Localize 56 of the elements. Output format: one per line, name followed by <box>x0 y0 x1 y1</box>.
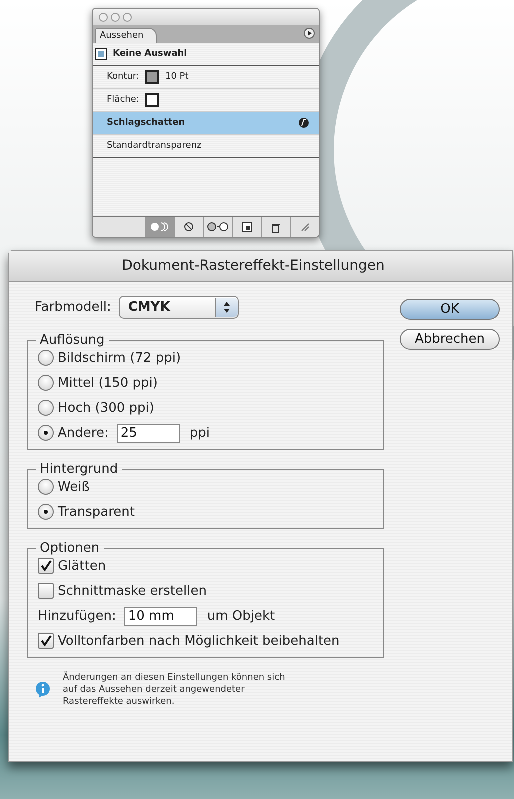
effect-icon[interactable] <box>299 118 309 128</box>
row-label: Fläche: <box>107 95 140 105</box>
menu-icon[interactable] <box>304 28 315 39</box>
fill-swatch[interactable] <box>145 93 160 107</box>
checkbox[interactable] <box>38 583 54 599</box>
option-label: Schnittmaske erstellen <box>58 584 207 598</box>
radio-button[interactable] <box>38 350 54 366</box>
dialog-title: Dokument-Rastereffekt-Einstellungen <box>9 251 512 282</box>
margin-field[interactable]: 10 mm <box>124 606 198 626</box>
unit-label: um Objekt <box>207 608 276 624</box>
option-label: Weiß <box>58 480 90 494</box>
option-label: Mittel (150 ppi) <box>58 376 158 390</box>
unit-label: ppi <box>190 426 210 440</box>
row-label: Schlagschatten <box>107 118 186 128</box>
stroke-weight: 10 Pt <box>165 72 189 82</box>
new-item-icon[interactable] <box>242 222 252 232</box>
row-label: Keine Auswahl <box>113 49 188 59</box>
info-icon <box>35 681 51 699</box>
trash-icon[interactable] <box>271 222 281 232</box>
ok-button[interactable]: OK <box>400 299 500 320</box>
info-text: Änderungen an diesen Einstellungen können sich auf das Aussehen derzeit angewendeter Rastereffekte auswirken. <box>63 672 286 708</box>
row-label: Standardtransparenz <box>107 141 202 151</box>
option-label: Volltonfarben nach Möglichkeit beibehalten <box>58 634 340 648</box>
object-icon <box>95 48 107 60</box>
checkbox[interactable] <box>38 633 54 649</box>
cancel-button[interactable]: Abbrechen <box>400 329 500 350</box>
group-legend: Optionen <box>36 541 104 556</box>
field-label: Farbmodell: <box>35 300 112 315</box>
resize-grip-icon[interactable] <box>300 222 310 232</box>
checkbox[interactable] <box>38 558 54 574</box>
circles-icon[interactable] <box>150 222 170 232</box>
group-legend: Auflösung <box>36 333 109 348</box>
radio-button[interactable] <box>38 375 54 391</box>
group-legend: Hintergrund <box>36 462 122 477</box>
option-label: Bildschirm (72 ppi) <box>58 350 182 366</box>
radio-button[interactable] <box>38 504 54 520</box>
option-label: Hoch (300 ppi) <box>58 400 154 416</box>
row-label: Kontur: <box>107 72 140 82</box>
stepper-arrows-icon[interactable] <box>215 298 238 317</box>
panel-row[interactable]: Kontur: 10 Pt <box>93 66 319 89</box>
stroke-swatch[interactable] <box>145 70 160 84</box>
no-icon[interactable] <box>184 222 194 232</box>
radio-button[interactable] <box>38 479 54 495</box>
value-field[interactable]: 25 <box>116 424 180 442</box>
panel-row[interactable]: Keine Auswahl <box>93 43 319 66</box>
field-label: Hinzufügen: <box>38 608 116 624</box>
radio-button[interactable] <box>38 425 54 441</box>
option-label: Andere: <box>58 426 109 440</box>
panel-row[interactable]: Schlagschatten <box>93 112 319 135</box>
color-model-popup[interactable]: CMYK <box>119 296 240 319</box>
option-label: Transparent <box>58 504 135 520</box>
option-label: Glätten <box>58 558 106 574</box>
duplicate-icon[interactable] <box>207 222 229 232</box>
radio-button[interactable] <box>38 400 54 416</box>
panel-tab[interactable]: Aussehen <box>95 28 157 43</box>
panel-row[interactable]: Standardtransparenz <box>93 135 319 158</box>
